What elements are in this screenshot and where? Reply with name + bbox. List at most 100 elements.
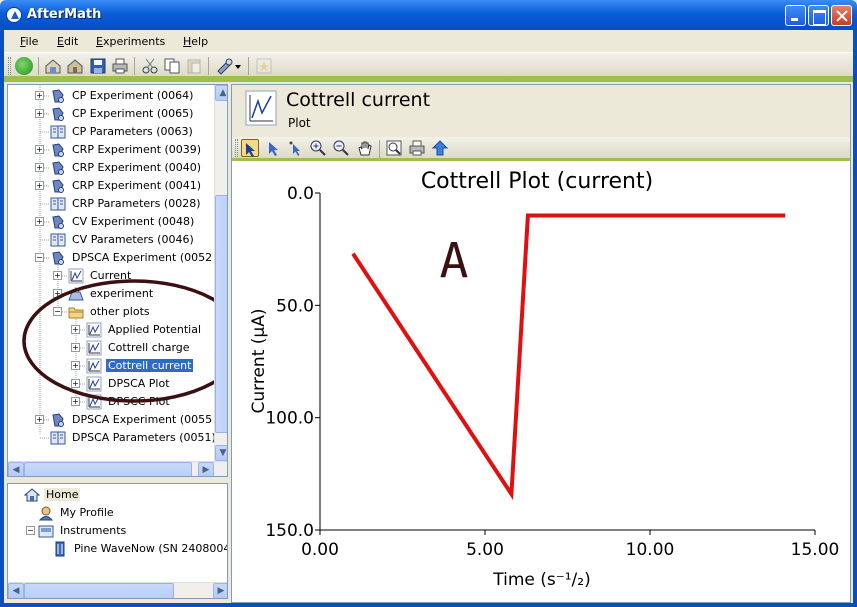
tree-item[interactable]: + Cottrell charge <box>8 339 214 357</box>
tree-item-label[interactable]: experiment <box>88 287 155 300</box>
tree-item[interactable]: + CP Experiment (0064) <box>8 87 214 105</box>
tree-item[interactable]: + CRP Experiment (0041) <box>8 177 214 195</box>
zoom-fit-icon[interactable] <box>385 139 403 157</box>
tree-item[interactable]: CP Parameters (0063) <box>8 123 214 141</box>
tree-horizontal-scrollbar[interactable]: ◀ ▶ <box>8 461 227 476</box>
scroll-left-button[interactable]: ◀ <box>8 462 24 476</box>
tree-expander-icon[interactable]: + <box>35 415 44 424</box>
region-select-icon[interactable] <box>287 139 305 157</box>
tree-item-label[interactable]: Cottrell current <box>106 359 194 372</box>
home-tree-item[interactable]: Home <box>8 486 227 504</box>
home-tree-panel[interactable]: Home My Profile − Instruments Pine WaveNow (… <box>7 483 228 599</box>
point-select-icon[interactable] <box>265 139 283 157</box>
minimize-button[interactable] <box>785 5 806 26</box>
tree-item-label[interactable]: DPSCA Experiment (0052 <box>70 251 214 264</box>
scroll-thumb[interactable] <box>24 462 192 476</box>
back-icon[interactable] <box>15 57 33 75</box>
home-tree-item-label[interactable]: My Profile <box>58 506 116 519</box>
tree-item[interactable]: + CRP Experiment (0040) <box>8 159 214 177</box>
tree-item[interactable]: + DPSCA Plot <box>8 375 214 393</box>
home-tree-item-label[interactable]: Home <box>44 488 81 501</box>
tree-item-label[interactable]: DPSCC Plot <box>106 395 172 408</box>
tree-vertical-scrollbar[interactable]: ▲ ▼ <box>214 85 227 461</box>
tools-dropdown-icon[interactable] <box>215 57 241 75</box>
menu-edit[interactable]: Edit <box>57 35 78 48</box>
scroll-down-button[interactable]: ▼ <box>215 445 227 461</box>
cottrell-chart[interactable]: 0.0 50.0 100.0 150.00.00 5.00 10.00 15.00 Cottr… <box>232 161 850 602</box>
tree-expander-icon[interactable]: + <box>35 181 44 190</box>
scroll-thumb[interactable] <box>215 195 227 433</box>
toolbar-grip[interactable] <box>8 57 11 75</box>
tree-item[interactable]: CRP Parameters (0028) <box>8 195 214 213</box>
tree-expander-icon[interactable]: + <box>53 289 62 298</box>
tree-item[interactable]: DPSCA Parameters (0051) <box>8 429 216 447</box>
tree-item[interactable]: + DPSCC Plot <box>8 393 214 411</box>
tree-expander-icon[interactable]: − <box>26 526 35 535</box>
tree-expander-icon[interactable]: − <box>35 253 44 262</box>
home-tree-item[interactable]: Pine WaveNow (SN 2408004) <box>8 540 227 558</box>
tree-item[interactable]: + Current <box>8 267 214 285</box>
plot-print-icon[interactable] <box>408 139 426 157</box>
toolbar-grip[interactable] <box>235 139 238 157</box>
menu-file[interactable]: File <box>20 35 38 48</box>
tree-item-label[interactable]: CV Parameters (0046) <box>70 233 196 246</box>
tree-item-label[interactable]: CP Experiment (0064) <box>70 89 195 102</box>
scroll-right-button[interactable]: ▶ <box>198 462 214 476</box>
tree-item-label[interactable]: DPSCA Plot <box>106 377 172 390</box>
tree-item[interactable]: + CV Experiment (0048) <box>8 213 214 231</box>
paste-icon[interactable] <box>185 57 203 75</box>
tree-item-label[interactable]: DPSCA Parameters (0051) <box>70 431 218 444</box>
tree-expander-icon[interactable]: + <box>71 379 80 388</box>
tree-expander-icon[interactable]: + <box>35 217 44 226</box>
tree-item-label[interactable]: CRP Experiment (0040) <box>70 161 203 174</box>
select-arrow-icon[interactable] <box>241 139 259 157</box>
tree-item-label[interactable]: other plots <box>88 305 152 318</box>
tree-expander-icon[interactable]: + <box>53 271 62 280</box>
scroll-thumb[interactable] <box>24 583 174 598</box>
tree-item-label[interactable]: DPSCA Experiment (0055 <box>70 413 214 426</box>
tree-item[interactable]: + CRP Experiment (0039) <box>8 141 214 159</box>
zoom-in-icon[interactable] <box>309 139 327 157</box>
tree-expander-icon[interactable]: + <box>71 343 80 352</box>
tree-item[interactable]: + Applied Potential <box>8 321 214 339</box>
tree-expander-icon[interactable]: + <box>35 163 44 172</box>
export-up-icon[interactable] <box>431 139 449 157</box>
tree-item-label[interactable]: CV Experiment (0048) <box>70 215 196 228</box>
tree-item-label[interactable]: Current <box>88 269 133 282</box>
tree-item-label[interactable]: Applied Potential <box>106 323 203 336</box>
copy-icon[interactable] <box>163 57 181 75</box>
open-project-icon[interactable] <box>66 57 84 75</box>
save-icon[interactable] <box>89 57 107 75</box>
star-icon[interactable] <box>255 57 273 75</box>
tree-expander-icon[interactable]: + <box>35 91 44 100</box>
home-tree-item[interactable]: My Profile <box>8 504 227 522</box>
tree-item[interactable]: + experiment <box>8 285 214 303</box>
home-tree-item[interactable]: − Instruments <box>8 522 227 540</box>
tree-item-label[interactable]: CP Parameters (0063) <box>70 125 195 138</box>
tree-expander-icon[interactable]: + <box>71 361 80 370</box>
cut-icon[interactable] <box>141 57 159 75</box>
tree-expander-icon[interactable]: + <box>35 109 44 118</box>
close-button[interactable] <box>831 5 852 26</box>
maximize-button[interactable] <box>808 5 829 26</box>
tree-expander-icon[interactable]: + <box>71 397 80 406</box>
tree-item[interactable]: − DPSCA Experiment (0052 <box>8 249 214 267</box>
tree-item-label[interactable]: CRP Experiment (0041) <box>70 179 203 192</box>
zoom-out-icon[interactable] <box>332 139 350 157</box>
tree-item[interactable]: + Cottrell current <box>8 357 214 375</box>
home-horizontal-scrollbar[interactable]: ◀ ▶ <box>8 582 227 598</box>
scroll-up-button[interactable]: ▲ <box>215 85 227 101</box>
scroll-right-button[interactable]: ▶ <box>213 583 227 598</box>
pan-hand-icon[interactable] <box>356 139 374 157</box>
menu-experiments[interactable]: Experiments <box>96 35 165 48</box>
tree-item[interactable]: − other plots <box>8 303 214 321</box>
home-tree-item-label[interactable]: Pine WaveNow (SN 2408004) <box>72 542 227 555</box>
tree-expander-icon[interactable]: + <box>71 325 80 334</box>
tree-item[interactable]: + CP Experiment (0065) <box>8 105 214 123</box>
scroll-left-button[interactable]: ◀ <box>8 583 24 598</box>
new-project-icon[interactable] <box>44 57 62 75</box>
experiment-tree-panel[interactable]: + CP Experiment (0064) + CP Experiment (006… <box>7 84 228 477</box>
tree-item-label[interactable]: CRP Experiment (0039) <box>70 143 203 156</box>
tree-item-label[interactable]: CRP Parameters (0028) <box>70 197 203 210</box>
tree-item[interactable]: CV Parameters (0046) <box>8 231 214 249</box>
